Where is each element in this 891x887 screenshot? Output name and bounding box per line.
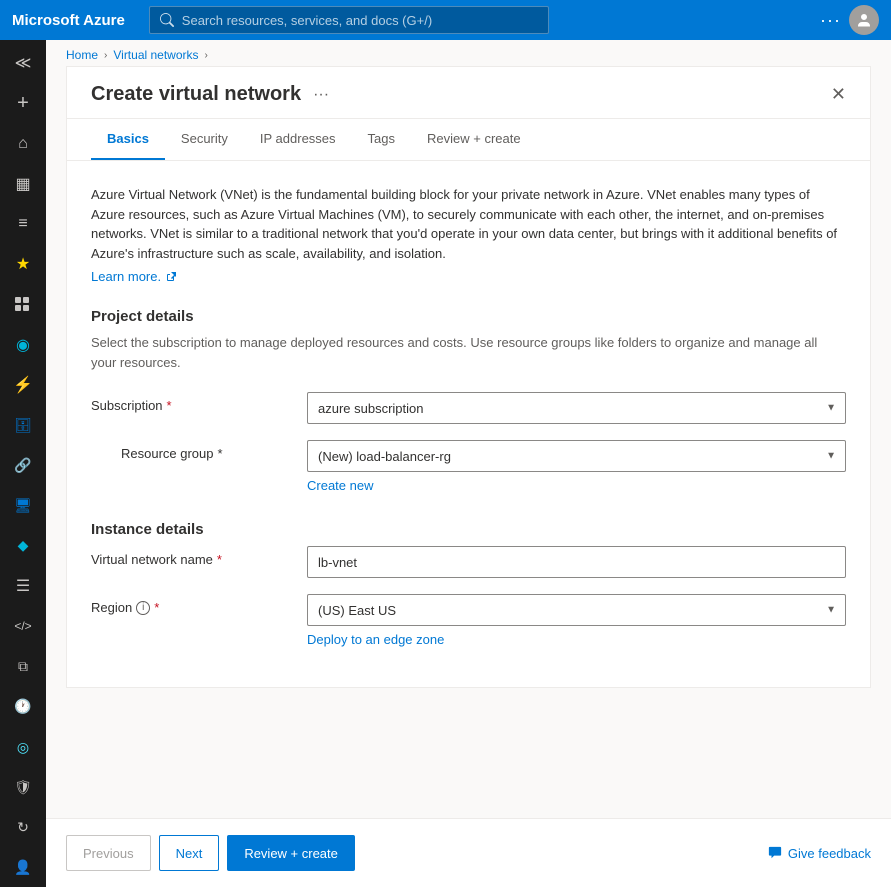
search-input[interactable] bbox=[182, 13, 538, 28]
tab-security[interactable]: Security bbox=[165, 119, 244, 160]
sidebar-item-favorites[interactable]: ★ bbox=[0, 245, 46, 283]
project-details-title: Project details bbox=[91, 308, 846, 325]
subscription-select[interactable]: azure subscription bbox=[307, 392, 846, 424]
subscription-select-wrapper: azure subscription ▼ bbox=[307, 392, 846, 424]
avatar[interactable] bbox=[849, 5, 879, 35]
close-button[interactable]: ✕ bbox=[831, 84, 846, 105]
subscription-required: * bbox=[167, 398, 172, 413]
sidebar-item-cdn[interactable]: ◎ bbox=[0, 728, 46, 766]
sidebar-item-monitor[interactable]: ◉ bbox=[0, 326, 46, 364]
sidebar-item-create[interactable]: + bbox=[0, 84, 46, 122]
deploy-to-edge-zone-link[interactable]: Deploy to an edge zone bbox=[307, 632, 444, 647]
tab-review-create[interactable]: Review + create bbox=[411, 119, 537, 160]
external-link-icon bbox=[165, 271, 177, 283]
tabs-bar: Basics Security IP addresses Tags Review… bbox=[67, 119, 870, 161]
tab-basics[interactable]: Basics bbox=[91, 119, 165, 160]
resource-group-select-wrapper: (New) load-balancer-rg ▼ bbox=[307, 440, 846, 472]
region-info-icon[interactable]: i bbox=[136, 601, 150, 615]
give-feedback-button[interactable]: Give feedback bbox=[768, 846, 871, 861]
sidebar-item-app-services[interactable]: ◆ bbox=[0, 527, 46, 565]
subscription-control: azure subscription ▼ bbox=[307, 392, 846, 424]
top-bar-right: ··· bbox=[820, 5, 879, 35]
sidebar-item-menu[interactable]: ☰ bbox=[0, 567, 46, 605]
resource-group-required: * bbox=[218, 446, 223, 461]
panel-title-row: Create virtual network ··· bbox=[91, 83, 329, 106]
sidebar-item-network[interactable]: 🔗 bbox=[0, 446, 46, 484]
sidebar-item-scheduler[interactable]: 🕐 bbox=[0, 688, 46, 726]
sidebar-item-home[interactable]: ⌂ bbox=[0, 124, 46, 162]
sidebar: ≪ + ⌂ ▦ ≡ ★ ◉ ⚡ 🗄 🔗 🖥 ◆ ☰ </> ⧉ 🕐 ◎ 🛡 ↻ … bbox=[0, 40, 46, 887]
bottom-bar: Previous Next Review + create Give feedb… bbox=[46, 818, 891, 887]
previous-button[interactable]: Previous bbox=[66, 835, 151, 871]
breadcrumb-home[interactable]: Home bbox=[66, 48, 98, 62]
sidebar-item-profile[interactable]: 👤 bbox=[0, 849, 46, 887]
vnet-name-input[interactable] bbox=[307, 546, 846, 578]
region-select[interactable]: (US) East US (US) East US 2 (US) West US… bbox=[307, 594, 846, 626]
vnet-name-control bbox=[307, 546, 846, 578]
spacer bbox=[46, 688, 891, 818]
feedback-icon bbox=[768, 846, 782, 860]
panel: Create virtual network ··· ✕ Basics Secu… bbox=[66, 66, 871, 688]
next-button[interactable]: Next bbox=[159, 835, 220, 871]
page-title: Create virtual network bbox=[91, 83, 301, 106]
sidebar-item-code[interactable]: </> bbox=[0, 607, 46, 645]
resource-group-label: Resource group * bbox=[91, 440, 291, 461]
sidebar-item-security[interactable]: 🛡 bbox=[0, 768, 46, 806]
sidebar-item-expand[interactable]: ≪ bbox=[0, 44, 46, 82]
top-bar: Microsoft Azure ··· bbox=[0, 0, 891, 40]
project-details-desc: Select the subscription to manage deploy… bbox=[91, 333, 846, 372]
create-new-link[interactable]: Create new bbox=[307, 478, 373, 493]
instance-details-title: Instance details bbox=[91, 521, 846, 538]
region-select-wrapper: (US) East US (US) East US 2 (US) West US… bbox=[307, 594, 846, 626]
panel-menu-button[interactable]: ··· bbox=[313, 86, 329, 104]
tab-ip-addresses[interactable]: IP addresses bbox=[244, 119, 352, 160]
breadcrumb-sep-1: › bbox=[104, 50, 107, 61]
vnet-name-row: Virtual network name * bbox=[91, 546, 846, 578]
panel-body: Azure Virtual Network (VNet) is the fund… bbox=[67, 161, 870, 687]
resource-group-select[interactable]: (New) load-balancer-rg bbox=[307, 440, 846, 472]
tab-tags[interactable]: Tags bbox=[352, 119, 411, 160]
subscription-row: Subscription * azure subscription ▼ bbox=[91, 392, 846, 424]
resource-group-control: (New) load-balancer-rg ▼ Create new bbox=[307, 440, 846, 493]
sidebar-item-layers[interactable]: ⧉ bbox=[0, 648, 46, 686]
sidebar-item-sql[interactable]: 🗄 bbox=[0, 406, 46, 444]
grid-icon bbox=[14, 296, 32, 314]
search-icon bbox=[160, 13, 174, 27]
region-control: (US) East US (US) East US 2 (US) West US… bbox=[307, 594, 846, 647]
sidebar-item-all-services[interactable] bbox=[0, 285, 46, 323]
region-label: Region i * bbox=[91, 594, 291, 615]
main-layout: ≪ + ⌂ ▦ ≡ ★ ◉ ⚡ 🗄 🔗 🖥 ◆ ☰ </> ⧉ 🕐 ◎ 🛡 ↻ … bbox=[0, 40, 891, 887]
intro-text: Azure Virtual Network (VNet) is the fund… bbox=[91, 185, 846, 263]
feedback-label: Give feedback bbox=[788, 846, 871, 861]
search-bar[interactable] bbox=[149, 6, 549, 34]
breadcrumb: Home › Virtual networks › bbox=[46, 40, 891, 66]
learn-more-link[interactable]: Learn more. bbox=[91, 269, 177, 284]
sidebar-item-activity[interactable]: ≡ bbox=[0, 205, 46, 243]
vnet-name-label: Virtual network name * bbox=[91, 546, 291, 567]
more-options-button[interactable]: ··· bbox=[820, 10, 841, 31]
breadcrumb-sep-2: › bbox=[205, 50, 208, 61]
content-area: Home › Virtual networks › Create virtual… bbox=[46, 40, 891, 887]
vnet-name-required: * bbox=[217, 552, 222, 567]
panel-header: Create virtual network ··· ✕ bbox=[67, 67, 870, 119]
resource-group-row: Resource group * (New) load-balancer-rg … bbox=[91, 440, 846, 493]
sidebar-item-lightning[interactable]: ⚡ bbox=[0, 366, 46, 404]
region-required: * bbox=[154, 600, 159, 615]
sidebar-item-dashboard[interactable]: ▦ bbox=[0, 165, 46, 203]
breadcrumb-virtual-networks[interactable]: Virtual networks bbox=[113, 48, 198, 62]
sidebar-item-vm[interactable]: 🖥 bbox=[0, 487, 46, 525]
user-icon bbox=[856, 12, 872, 28]
brand-name: Microsoft Azure bbox=[12, 12, 125, 29]
subscription-label: Subscription * bbox=[91, 392, 291, 413]
review-create-button[interactable]: Review + create bbox=[227, 835, 355, 871]
region-row: Region i * (US) East US (US) East US 2 (… bbox=[91, 594, 846, 647]
sidebar-item-updates[interactable]: ↻ bbox=[0, 808, 46, 846]
